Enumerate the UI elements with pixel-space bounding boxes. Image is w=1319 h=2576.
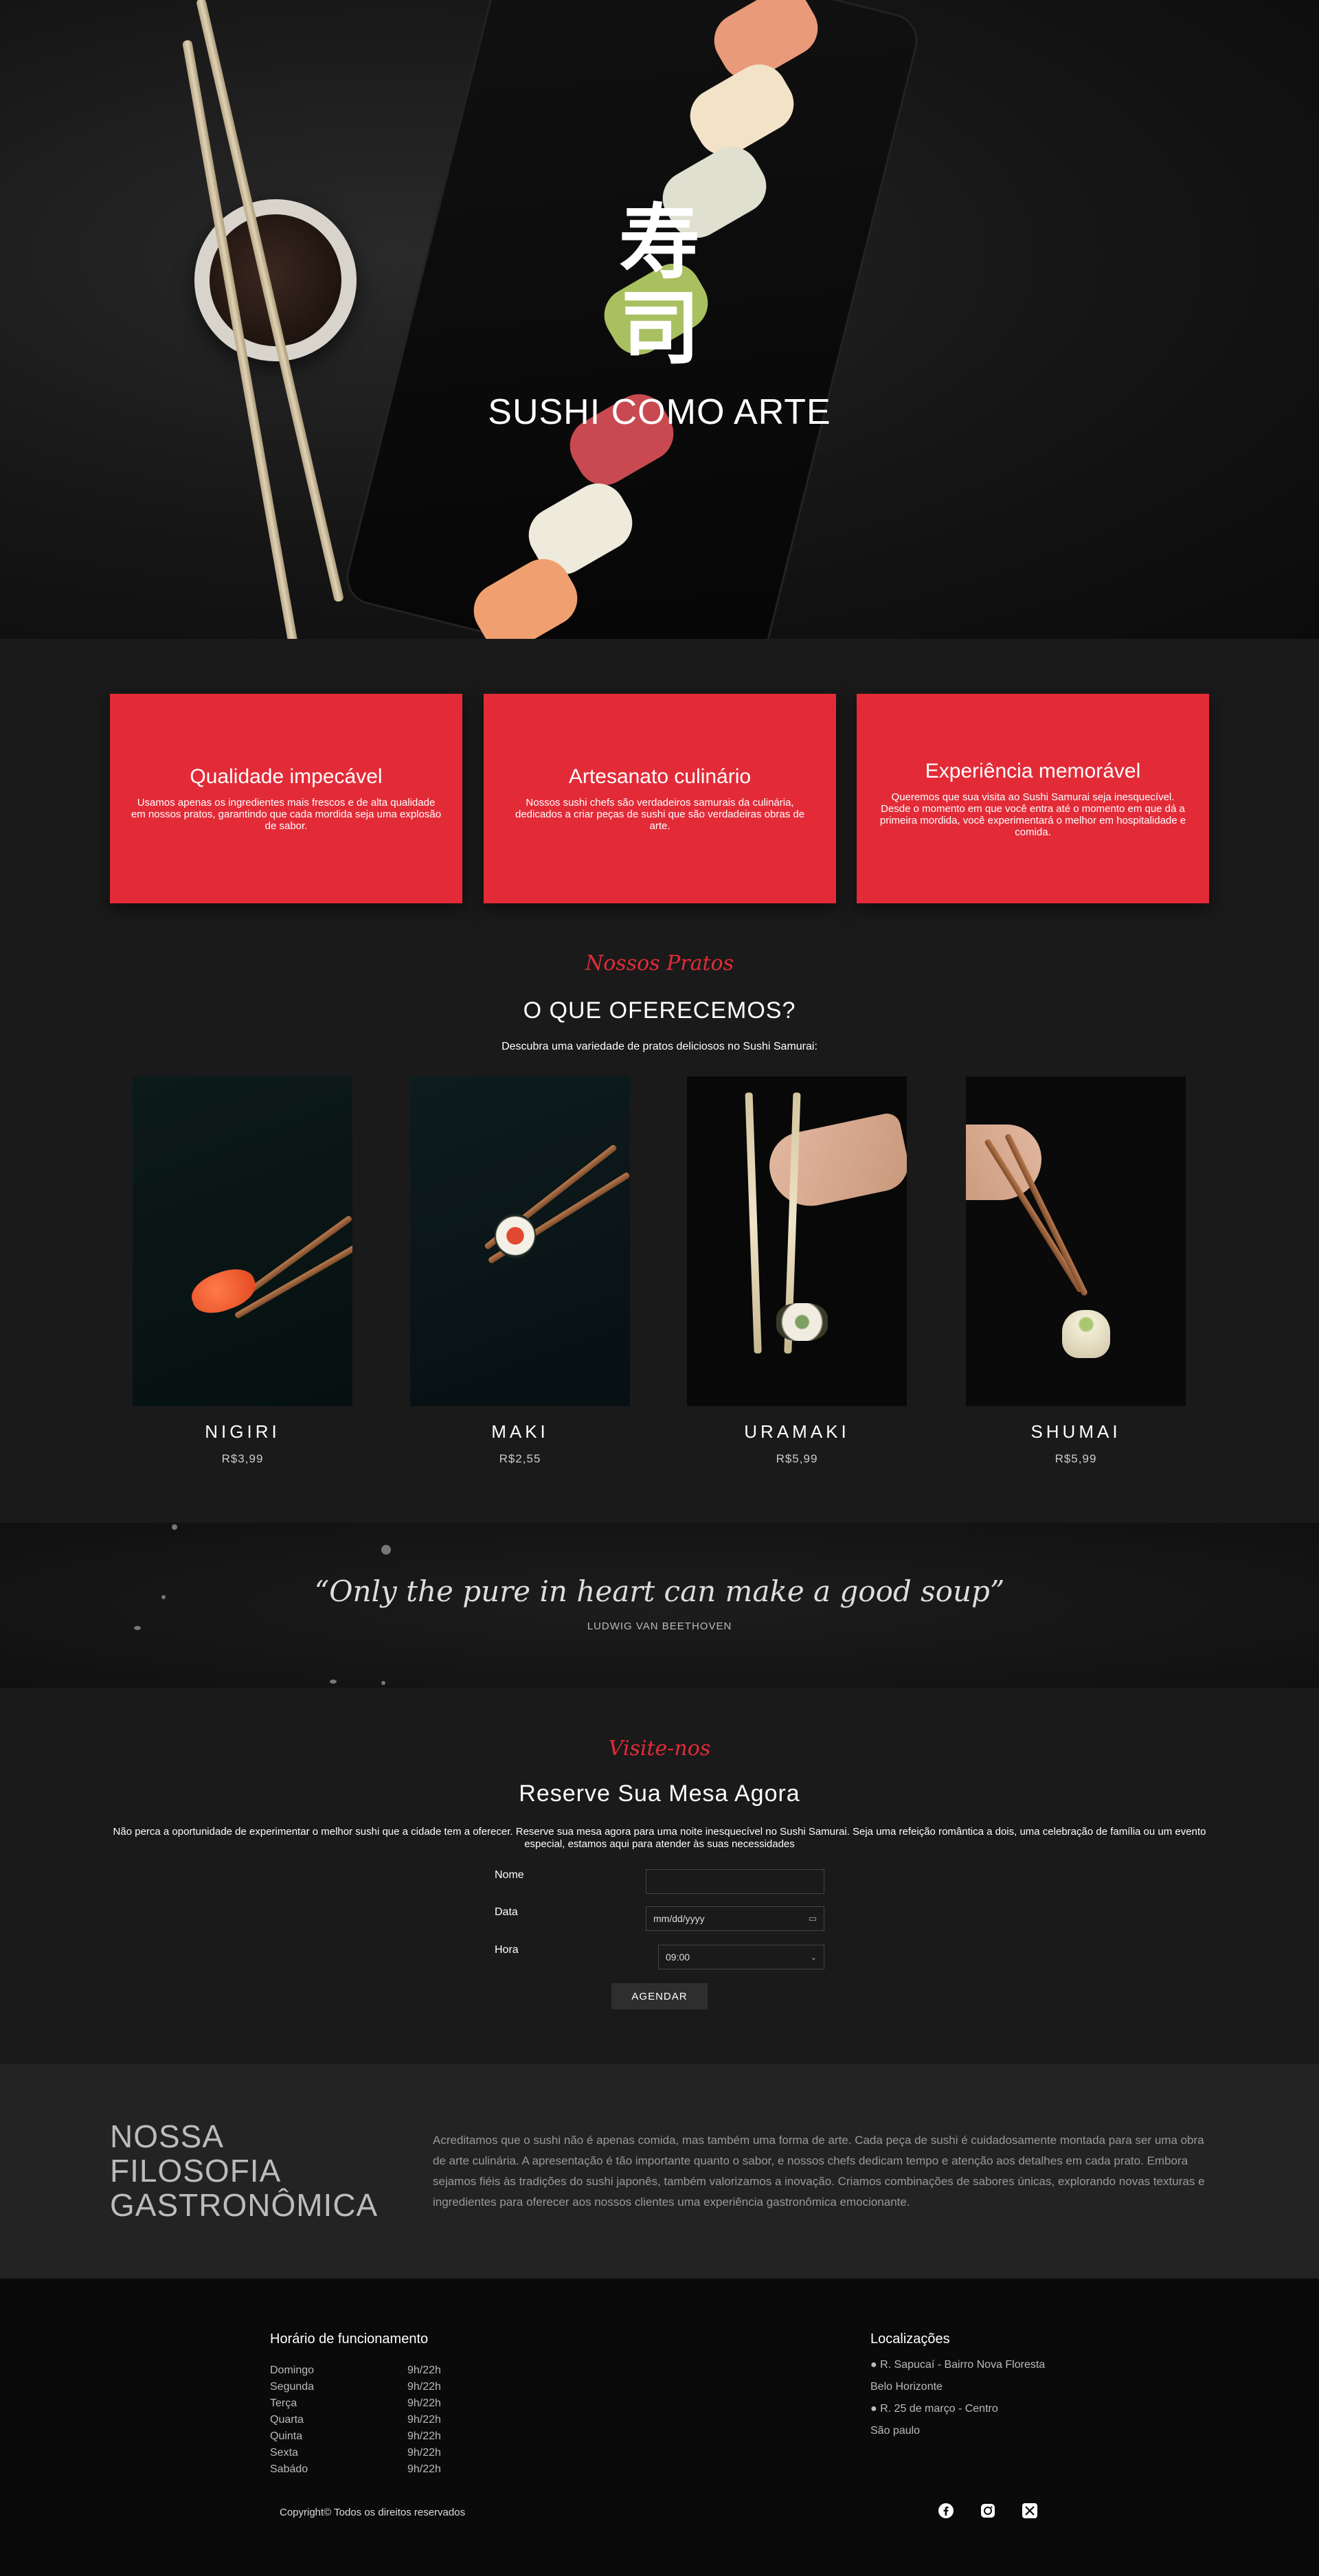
hours-day: Quarta bbox=[270, 2414, 304, 2426]
decorative-fleck bbox=[172, 1524, 177, 1530]
dish-card-uramaki[interactable]: URAMAKI R$5,99 bbox=[687, 1076, 907, 1466]
hours-row: Quinta 9h/22h bbox=[270, 2428, 449, 2445]
hours-time: 9h/22h bbox=[407, 2414, 441, 2426]
hero-kanji: 寿 司 bbox=[0, 199, 1319, 371]
location-line: ● R. Sapucaí - Bairro Nova Floresta bbox=[870, 2359, 1046, 2371]
date-field[interactable]: mm/dd/yyyy ▭ bbox=[646, 1906, 824, 1931]
hero-tagline: SUSHI COMO ARTE bbox=[488, 392, 831, 432]
hours-time: 9h/22h bbox=[407, 2364, 441, 2376]
feature-title: Experiência memorável bbox=[925, 759, 1141, 782]
instagram-icon[interactable] bbox=[978, 2500, 998, 2521]
hours-time: 9h/22h bbox=[407, 2463, 441, 2475]
hours-day: Domingo bbox=[270, 2364, 315, 2376]
dishes-script-heading: Nossos Pratos bbox=[585, 951, 734, 975]
hours-time: 9h/22h bbox=[407, 2381, 441, 2393]
dish-name: URAMAKI bbox=[744, 1421, 850, 1442]
dish-card-maki[interactable]: MAKI R$2,55 bbox=[410, 1076, 630, 1466]
dish-name: MAKI bbox=[491, 1421, 549, 1442]
facebook-icon[interactable] bbox=[936, 2500, 956, 2521]
maki-image bbox=[495, 1214, 536, 1258]
quote-author: LUDWIG VAN BEETHOVEN bbox=[587, 1620, 732, 1632]
dishes-title: O QUE OFERECEMOS? bbox=[523, 997, 796, 1024]
hours-row: Terça 9h/22h bbox=[270, 2395, 449, 2412]
reservation-title: Reserve Sua Mesa Agora bbox=[519, 1781, 800, 1807]
feature-title: Artesanato culinário bbox=[568, 765, 752, 788]
hours-row: Sexta 9h/22h bbox=[270, 2445, 449, 2461]
date-placeholder: mm/dd/yyyy bbox=[653, 1913, 705, 1924]
uramaki-image bbox=[776, 1303, 828, 1341]
decorative-fleck bbox=[381, 1681, 385, 1685]
hours-day: Quinta bbox=[270, 2430, 303, 2442]
philosophy-section: NOSSA FILOSOFIA GASTRONÔMICA Acreditamos… bbox=[0, 2064, 1319, 2279]
hours-row: Domingo 9h/22h bbox=[270, 2362, 449, 2379]
chevron-down-icon: ⌄ bbox=[810, 1953, 817, 1962]
dish-card-nigiri[interactable]: NIGIRI R$3,99 bbox=[133, 1076, 352, 1466]
name-label: Nome bbox=[495, 1869, 524, 1881]
feature-card: Qualidade impecável Usamos apenas os ing… bbox=[110, 694, 462, 903]
feature-card: Experiência memorável Queremos que sua v… bbox=[857, 694, 1209, 903]
shumai-image bbox=[1062, 1310, 1110, 1358]
locations-title: Localizações bbox=[870, 2331, 950, 2347]
time-label: Hora bbox=[495, 1944, 519, 1956]
decorative-fleck bbox=[330, 1680, 337, 1684]
chopstick-image bbox=[1004, 1133, 1089, 1297]
reservation-script-heading: Visite-nos bbox=[608, 1737, 711, 1761]
quote-banner: “Only the pure in heart can make a good … bbox=[0, 1523, 1319, 1688]
hours-time: 9h/22h bbox=[407, 2430, 441, 2442]
dish-photo bbox=[687, 1076, 907, 1406]
hours-day: Segunda bbox=[270, 2381, 315, 2393]
dishes-subtitle: Descubra uma variedade de pratos delicio… bbox=[501, 1041, 818, 1052]
dish-price: R$5,99 bbox=[1055, 1452, 1097, 1465]
hours-day: Terça bbox=[270, 2397, 297, 2409]
location-line: Belo Horizonte bbox=[870, 2381, 943, 2393]
kanji-char: 寿 bbox=[618, 194, 700, 290]
feature-text: Usamos apenas os ingredientes mais fresc… bbox=[131, 797, 442, 832]
chopstick-image bbox=[745, 1092, 762, 1354]
time-value: 09:00 bbox=[666, 1952, 690, 1963]
name-field[interactable] bbox=[646, 1869, 824, 1894]
hours-row: Segunda 9h/22h bbox=[270, 2379, 449, 2395]
dish-photo bbox=[410, 1076, 630, 1406]
footer: Horário de funcionamento Domingo 9h/22h S… bbox=[0, 2279, 1319, 2576]
hours-row: Quarta 9h/22h bbox=[270, 2412, 449, 2428]
dish-photo bbox=[966, 1076, 1186, 1406]
dish-name: SHUMAI bbox=[1030, 1421, 1121, 1442]
feature-text: Queremos que sua visita ao Sushi Samurai… bbox=[879, 791, 1186, 838]
feature-text: Nossos sushi chefs são verdadeiros samur… bbox=[515, 797, 805, 832]
schedule-button[interactable]: AGENDAR bbox=[611, 1983, 708, 2009]
hours-day: Sexta bbox=[270, 2447, 298, 2459]
dish-name: NIGIRI bbox=[205, 1421, 280, 1442]
time-select[interactable]: 09:00 ⌄ bbox=[658, 1945, 824, 1969]
kanji-char: 司 bbox=[618, 280, 700, 376]
quote-text: “Only the pure in heart can make a good … bbox=[314, 1574, 1005, 1608]
dish-photo bbox=[133, 1076, 352, 1406]
location-line: São paulo bbox=[870, 2425, 921, 2437]
philosophy-title: NOSSA FILOSOFIA GASTRONÔMICA bbox=[110, 2119, 379, 2223]
dish-price: R$5,99 bbox=[776, 1452, 818, 1465]
dish-price: R$2,55 bbox=[499, 1452, 541, 1465]
location-line: ● R. 25 de março - Centro bbox=[870, 2403, 998, 2415]
decorative-fleck bbox=[381, 1545, 391, 1555]
hand-image bbox=[763, 1111, 907, 1214]
dish-price: R$3,99 bbox=[221, 1452, 264, 1465]
hours-day: Sabádo bbox=[270, 2463, 308, 2475]
features-section: Qualidade impecável Usamos apenas os ing… bbox=[110, 694, 1209, 903]
hours-time: 9h/22h bbox=[407, 2447, 441, 2459]
x-icon[interactable] bbox=[1019, 2500, 1040, 2521]
hours-time: 9h/22h bbox=[407, 2397, 441, 2409]
calendar-icon[interactable]: ▭ bbox=[809, 1913, 817, 1924]
dish-card-shumai[interactable]: SHUMAI R$5,99 bbox=[966, 1076, 1186, 1466]
philosophy-text: Acreditamos que o sushi não é apenas com… bbox=[433, 2134, 1205, 2208]
hours-list: Domingo 9h/22h Segunda 9h/22h Terça 9h/22h … bbox=[270, 2362, 449, 2478]
feature-title: Qualidade impecável bbox=[190, 765, 383, 788]
hours-row: Sabádo 9h/22h bbox=[270, 2461, 449, 2478]
copyright-text: Copyright© Todos os direitos reservados bbox=[280, 2507, 466, 2518]
feature-card: Artesanato culinário Nossos sushi chefs … bbox=[484, 694, 836, 903]
date-label: Data bbox=[495, 1906, 518, 1918]
hero-banner: 寿 司 SUSHI COMO ARTE bbox=[0, 0, 1319, 639]
hours-title: Horário de funcionamento bbox=[270, 2331, 429, 2347]
reservation-description: Não perca a oportunidade de experimentar… bbox=[113, 1826, 1206, 1850]
